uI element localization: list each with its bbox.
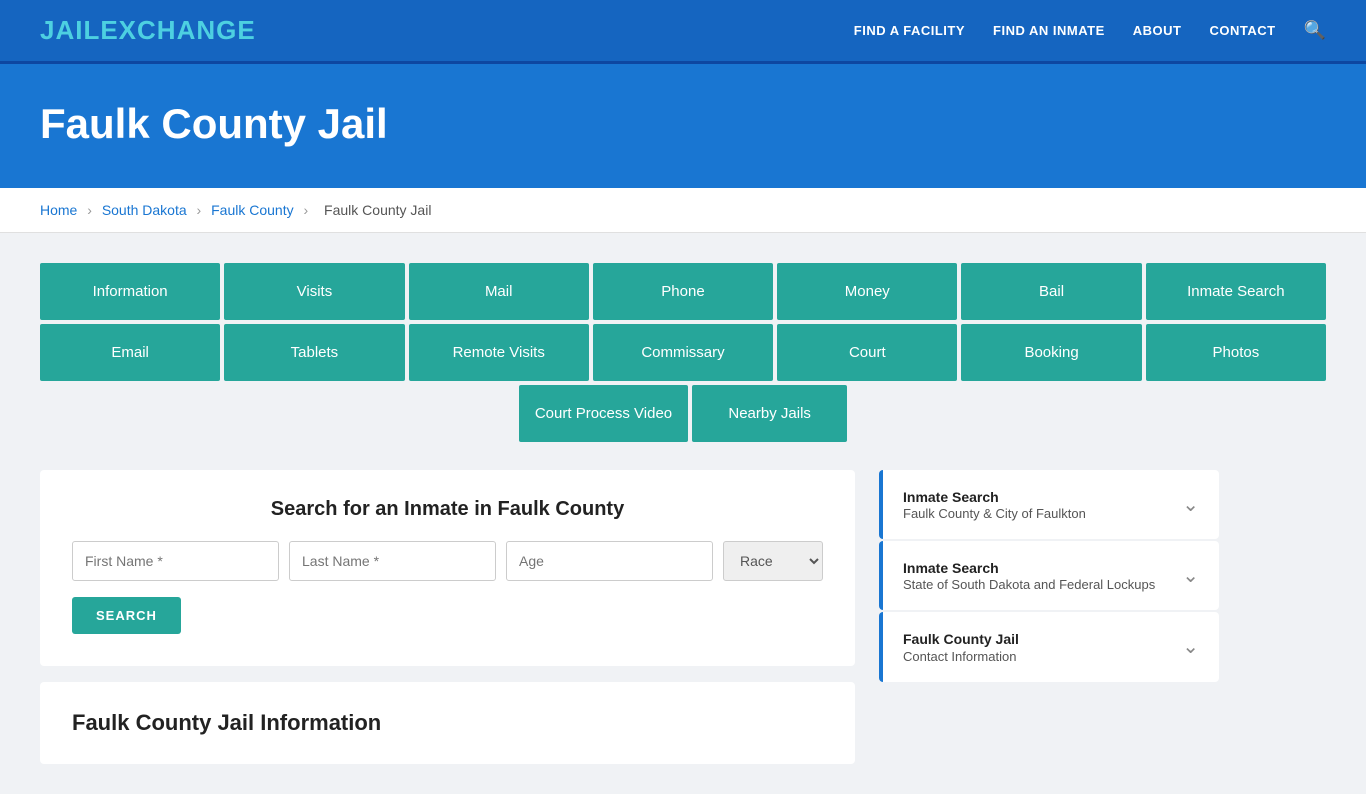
btn-court[interactable]: Court (777, 324, 957, 381)
breadcrumb-separator-1: › (87, 202, 92, 218)
nav-contact[interactable]: CONTACT (1209, 23, 1275, 38)
btn-commissary[interactable]: Commissary (593, 324, 773, 381)
sidebar-card-1: Inmate Search Faulk County & City of Fau… (879, 470, 1219, 539)
logo[interactable]: JAILEXCHANGE (40, 15, 256, 46)
btn-inmate-search[interactable]: Inmate Search (1146, 263, 1326, 320)
search-panel: Search for an Inmate in Faulk County Rac… (40, 470, 855, 764)
nav-about[interactable]: ABOUT (1133, 23, 1182, 38)
sidebar-card-1-subtitle: Faulk County & City of Faulkton (903, 506, 1086, 521)
breadcrumb: Home › South Dakota › Faulk County › Fau… (0, 188, 1366, 233)
race-select[interactable]: Race White Black Hispanic Asian Other (723, 541, 823, 581)
hero-section: Faulk County Jail (0, 64, 1366, 188)
btn-bail[interactable]: Bail (961, 263, 1141, 320)
sidebar-card-1-title: Inmate Search (903, 488, 1086, 506)
page-title: Faulk County Jail (40, 100, 1326, 148)
last-name-input[interactable] (289, 541, 496, 581)
navbar: JAILEXCHANGE FIND A FACILITY FIND AN INM… (0, 0, 1366, 64)
sidebar-card-1-header[interactable]: Inmate Search Faulk County & City of Fau… (883, 470, 1219, 539)
sidebar-card-3-title: Faulk County Jail (903, 630, 1019, 648)
chevron-down-icon-2: ⌄ (1182, 563, 1199, 588)
bottom-section: Search for an Inmate in Faulk County Rac… (40, 470, 1326, 764)
btn-email[interactable]: Email (40, 324, 220, 381)
nav-find-inmate[interactable]: FIND AN INMATE (993, 23, 1105, 38)
logo-jail: JAIL (40, 15, 100, 45)
btn-nearby-jails[interactable]: Nearby Jails (692, 385, 847, 442)
btn-court-process-video[interactable]: Court Process Video (519, 385, 688, 442)
sidebar-card-3-header[interactable]: Faulk County Jail Contact Information ⌄ (883, 612, 1219, 681)
search-title: Search for an Inmate in Faulk County (72, 498, 823, 521)
sidebar-card-3-subtitle: Contact Information (903, 649, 1019, 664)
search-fields: Race White Black Hispanic Asian Other (72, 541, 823, 581)
btn-phone[interactable]: Phone (593, 263, 773, 320)
sidebar: Inmate Search Faulk County & City of Fau… (879, 470, 1219, 764)
btn-photos[interactable]: Photos (1146, 324, 1326, 381)
logo-exchange: EXCHANGE (100, 15, 255, 45)
chevron-down-icon-1: ⌄ (1182, 492, 1199, 517)
sidebar-card-2-header[interactable]: Inmate Search State of South Dakota and … (883, 541, 1219, 610)
btn-booking[interactable]: Booking (961, 324, 1141, 381)
sidebar-card-2-title: Inmate Search (903, 559, 1155, 577)
btn-remote-visits[interactable]: Remote Visits (409, 324, 589, 381)
sidebar-card-2-subtitle: State of South Dakota and Federal Lockup… (903, 577, 1155, 592)
search-icon[interactable]: 🔍 (1304, 20, 1326, 41)
btn-visits[interactable]: Visits (224, 263, 404, 320)
breadcrumb-south-dakota[interactable]: South Dakota (102, 202, 187, 218)
breadcrumb-faulk-county[interactable]: Faulk County (211, 202, 293, 218)
sidebar-card-2: Inmate Search State of South Dakota and … (879, 541, 1219, 610)
btn-money[interactable]: Money (777, 263, 957, 320)
nav-find-facility[interactable]: FIND A FACILITY (854, 23, 965, 38)
btn-mail[interactable]: Mail (409, 263, 589, 320)
age-input[interactable] (506, 541, 713, 581)
breadcrumb-home[interactable]: Home (40, 202, 77, 218)
breadcrumb-separator-3: › (303, 202, 308, 218)
button-grid-row3: Court Process Video Nearby Jails (40, 385, 1326, 442)
nav-links: FIND A FACILITY FIND AN INMATE ABOUT CON… (854, 20, 1326, 41)
main-content: Information Visits Mail Phone Money Bail… (0, 233, 1366, 794)
btn-information[interactable]: Information (40, 263, 220, 320)
search-button[interactable]: SEARCH (72, 597, 181, 634)
chevron-down-icon-3: ⌄ (1182, 634, 1199, 659)
breadcrumb-current: Faulk County Jail (324, 202, 431, 218)
page-info-section: Faulk County Jail Information (40, 682, 855, 764)
sidebar-card-3: Faulk County Jail Contact Information ⌄ (879, 612, 1219, 681)
page-info-heading: Faulk County Jail Information (72, 710, 823, 736)
button-grid-row1: Information Visits Mail Phone Money Bail… (40, 263, 1326, 320)
breadcrumb-separator-2: › (197, 202, 202, 218)
first-name-input[interactable] (72, 541, 279, 581)
btn-tablets[interactable]: Tablets (224, 324, 404, 381)
button-grid-row2: Email Tablets Remote Visits Commissary C… (40, 324, 1326, 381)
